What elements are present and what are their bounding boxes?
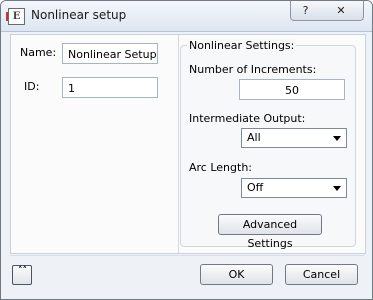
id-field[interactable]: 1 [62,77,158,98]
intermediate-output-value: All [247,131,261,144]
nonlinear-settings-group: Nonlinear Settings: Number of Increments… [180,39,356,250]
button-bar: ˄˄ OK Cancel [1,255,372,299]
name-label: Name: [20,46,57,59]
ok-button[interactable]: OK [200,264,273,285]
dropdown-arrow-icon [333,136,341,141]
nonlinear-settings-title: Nonlinear Settings: [187,39,297,52]
double-chevron-up-icon: ˄˄ [18,266,27,276]
name-field[interactable]: Nonlinear Setup 1 [62,43,158,64]
cancel-button[interactable]: Cancel [285,264,358,285]
panel-divider [178,35,179,253]
nonlinear-setup-dialog: E Nonlinear setup ? ✕ Name: Nonlinear Se… [0,0,373,300]
close-button[interactable]: ✕ [319,1,364,21]
help-icon: ? [302,4,309,17]
increments-field[interactable]: 50 [239,79,345,100]
expand-button[interactable]: ˄˄ [12,265,32,285]
help-button[interactable]: ? [290,1,321,21]
arc-length-value: Off [247,181,264,194]
footer-divider [10,255,364,256]
title-bar: E Nonlinear setup ? ✕ [1,1,372,32]
advanced-settings-button[interactable]: Advanced Settings [218,214,322,250]
intermediate-output-select[interactable]: All [241,128,347,148]
close-icon: ✕ [336,4,346,17]
increments-label: Number of Increments: [189,63,317,76]
id-label: ID: [24,80,40,93]
intermediate-output-label: Intermediate Output: [189,112,306,125]
content-panel: Name: Nonlinear Setup 1 ID: 1 Nonlinear … [10,34,366,254]
arc-length-label: Arc Length: [189,161,252,174]
dialog-title: Nonlinear setup [31,8,127,22]
dropdown-arrow-icon [333,186,341,191]
arc-length-select[interactable]: Off [241,178,347,198]
app-icon: E [6,8,25,25]
